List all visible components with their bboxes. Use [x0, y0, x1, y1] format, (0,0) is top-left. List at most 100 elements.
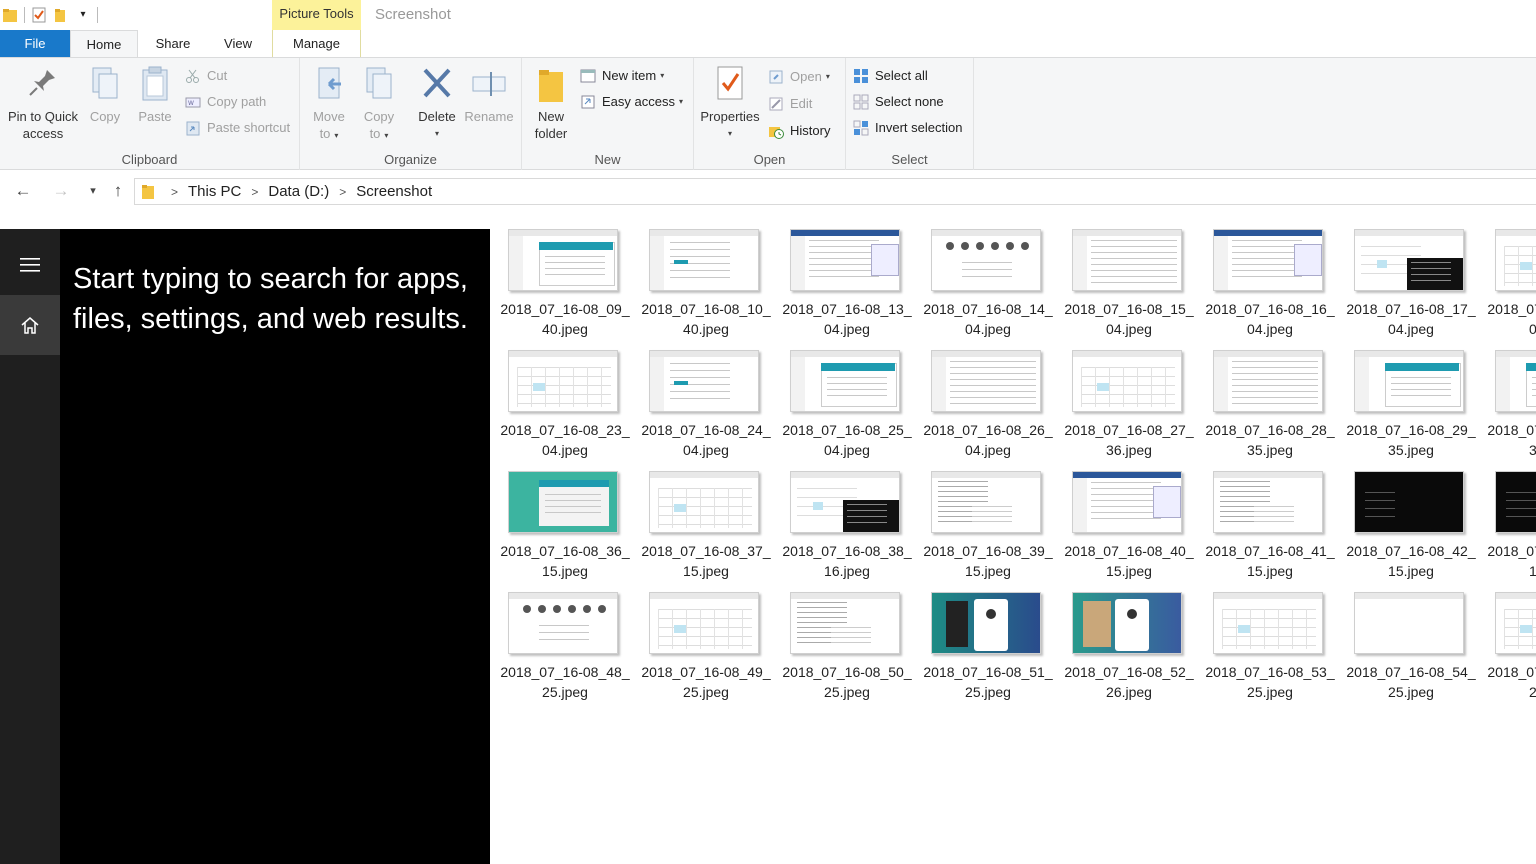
file-name[interactable]: 2018_07_16-08_28_35.jpeg [1205, 420, 1335, 460]
file-thumbnail[interactable] [1354, 592, 1464, 654]
invert-selection-button[interactable]: Invert selection [853, 117, 962, 139]
edit-button[interactable]: Edit [768, 93, 812, 115]
file-item[interactable]: 2018_07_16-08_42_15.jpeg [1346, 471, 1476, 586]
file-thumbnail[interactable] [508, 229, 618, 291]
file-name[interactable]: 2018_07_16-08_30_35.jpeg [1487, 420, 1536, 460]
file-thumbnail[interactable] [931, 471, 1041, 533]
file-name[interactable]: 2018_07_16-08_53_25.jpeg [1205, 662, 1335, 702]
copy-to-button[interactable]: Copy to ▾ [359, 64, 399, 144]
file-thumbnail[interactable] [649, 350, 759, 412]
file-item[interactable]: 2018_07_16-08_51_25.jpeg [923, 592, 1053, 707]
rename-button[interactable]: Rename [463, 64, 515, 125]
file-name[interactable]: 2018_07_16-08_48_25.jpeg [500, 662, 630, 702]
tab-manage[interactable]: Manage [272, 30, 361, 57]
select-all-button[interactable]: Select all [853, 65, 928, 87]
properties-button[interactable]: Properties ▾ [698, 64, 762, 142]
file-thumbnail[interactable] [790, 592, 900, 654]
file-item[interactable]: 2018_07_16-08_50_25.jpeg [782, 592, 912, 707]
copy-path-button[interactable]: W Copy path [185, 91, 266, 113]
file-name[interactable]: 2018_07_16-08_24_04.jpeg [641, 420, 771, 460]
file-thumbnail[interactable] [1213, 229, 1323, 291]
file-item[interactable]: 2018_07_16-08_28_35.jpeg [1205, 350, 1335, 465]
file-name[interactable]: 2018_07_16-08_38_16.jpeg [782, 541, 912, 581]
file-name[interactable]: 2018_07_16-08_51_25.jpeg [923, 662, 1053, 702]
file-thumbnail[interactable] [790, 229, 900, 291]
breadcrumb-screenshot[interactable]: Screenshot [356, 183, 432, 200]
file-name[interactable]: 2018_07_16-08_23_04.jpeg [500, 420, 630, 460]
file-item[interactable]: 2018_07_16-08_16_04.jpeg [1205, 229, 1335, 344]
properties-check-icon[interactable] [31, 7, 47, 23]
pin-to-quick-access-button[interactable]: Pin to Quick access [5, 64, 81, 142]
file-thumbnail[interactable] [1495, 350, 1536, 412]
file-name[interactable]: 2018_07_16-08_36_15.jpeg [500, 541, 630, 581]
file-item[interactable]: 2018_07_16-08_26_04.jpeg [923, 350, 1053, 465]
file-item[interactable]: 2018_07_16-08_25_04.jpeg [782, 350, 912, 465]
file-thumbnail[interactable] [649, 592, 759, 654]
file-name[interactable]: 2018_07_16-08_55_25.jpeg [1487, 662, 1536, 702]
file-name[interactable]: 2018_07_16-08_15_04.jpeg [1064, 299, 1194, 339]
tab-view[interactable]: View [212, 30, 264, 57]
file-thumbnail[interactable] [1213, 592, 1323, 654]
easy-access-button[interactable]: Easy access ▾ [580, 91, 683, 113]
file-item[interactable]: 2018_07_16-08_41_15.jpeg [1205, 471, 1335, 586]
hamburger-menu-icon[interactable] [0, 235, 60, 295]
file-item[interactable]: 2018_07_16-08_49_25.jpeg [641, 592, 771, 707]
breadcrumb-chevron-icon[interactable]: > [339, 185, 346, 199]
file-item[interactable]: 2018_07_16-08_38_16.jpeg [782, 471, 912, 586]
file-item[interactable]: 2018_07_16-08_10_40.jpeg [641, 229, 771, 344]
file-item[interactable]: 2018_07_16-08_36_15.jpeg [500, 471, 630, 586]
file-thumbnail[interactable] [931, 350, 1041, 412]
file-item[interactable]: 2018_07_16-08_37_15.jpeg [641, 471, 771, 586]
delete-button[interactable]: Delete ▾ [414, 64, 460, 142]
file-thumbnail[interactable] [1495, 471, 1536, 533]
file-thumbnail[interactable] [1072, 229, 1182, 291]
file-item[interactable]: 2018_07_16-08_43_15.jpeg [1487, 471, 1536, 586]
file-name[interactable]: 2018_07_16-08_16_04.jpeg [1205, 299, 1335, 339]
file-thumbnail[interactable] [1495, 592, 1536, 654]
file-item[interactable]: 2018_07_16-08_55_25.jpeg [1487, 592, 1536, 707]
file-name[interactable]: 2018_07_16-08_52_26.jpeg [1064, 662, 1194, 702]
file-thumbnail[interactable] [1495, 229, 1536, 291]
customize-qat-icon[interactable]: ▾ [75, 7, 91, 23]
file-thumbnail[interactable] [1354, 229, 1464, 291]
file-name[interactable]: 2018_07_16-08_27_36.jpeg [1064, 420, 1194, 460]
file-thumbnail[interactable] [649, 471, 759, 533]
file-thumbnail[interactable] [1213, 471, 1323, 533]
file-item[interactable]: 2018_07_16-08_14_04.jpeg [923, 229, 1053, 344]
file-thumbnail[interactable] [1213, 350, 1323, 412]
file-item[interactable]: 2018_07_16-08_27_36.jpeg [1064, 350, 1194, 465]
forward-arrow-icon[interactable]: → [50, 180, 72, 202]
file-name[interactable]: 2018_07_16-08_18_04.jpeg [1487, 299, 1536, 339]
new-folder-button[interactable]: New folder [530, 64, 572, 142]
file-name[interactable]: 2018_07_16-08_17_04.jpeg [1346, 299, 1476, 339]
file-item[interactable]: 2018_07_16-08_54_25.jpeg [1346, 592, 1476, 707]
file-item[interactable]: 2018_07_16-08_24_04.jpeg [641, 350, 771, 465]
file-item[interactable]: 2018_07_16-08_13_04.jpeg [782, 229, 912, 344]
tab-home[interactable]: Home [70, 30, 138, 58]
file-name[interactable]: 2018_07_16-08_10_40.jpeg [641, 299, 771, 339]
file-item[interactable]: 2018_07_16-08_09_40.jpeg [500, 229, 630, 344]
tab-file[interactable]: File [0, 30, 70, 57]
file-name[interactable]: 2018_07_16-08_14_04.jpeg [923, 299, 1053, 339]
file-thumbnail[interactable] [1072, 471, 1182, 533]
file-name[interactable]: 2018_07_16-08_50_25.jpeg [782, 662, 912, 702]
file-item[interactable]: 2018_07_16-08_53_25.jpeg [1205, 592, 1335, 707]
file-item[interactable]: 2018_07_16-08_17_04.jpeg [1346, 229, 1476, 344]
home-icon[interactable] [0, 295, 60, 355]
recent-locations-chevron-icon[interactable]: ▾ [82, 180, 104, 202]
file-item[interactable]: 2018_07_16-08_23_04.jpeg [500, 350, 630, 465]
breadcrumb-this-pc[interactable]: This PC [188, 183, 241, 200]
file-thumbnail[interactable] [790, 471, 900, 533]
file-thumbnail[interactable] [649, 229, 759, 291]
file-item[interactable]: 2018_07_16-08_15_04.jpeg [1064, 229, 1194, 344]
copy-button[interactable]: Copy [85, 64, 125, 125]
new-folder-qat-icon[interactable] [53, 7, 69, 23]
move-to-button[interactable]: Move to ▾ [309, 64, 349, 144]
breadcrumb-chevron-icon[interactable]: > [251, 185, 258, 199]
file-thumbnail[interactable] [508, 471, 618, 533]
breadcrumb-data-drive[interactable]: Data (D:) [268, 183, 329, 200]
file-thumbnail[interactable] [508, 350, 618, 412]
file-thumbnail[interactable] [1072, 592, 1182, 654]
file-thumbnail[interactable] [1354, 471, 1464, 533]
file-item[interactable]: 2018_07_16-08_18_04.jpeg [1487, 229, 1536, 344]
